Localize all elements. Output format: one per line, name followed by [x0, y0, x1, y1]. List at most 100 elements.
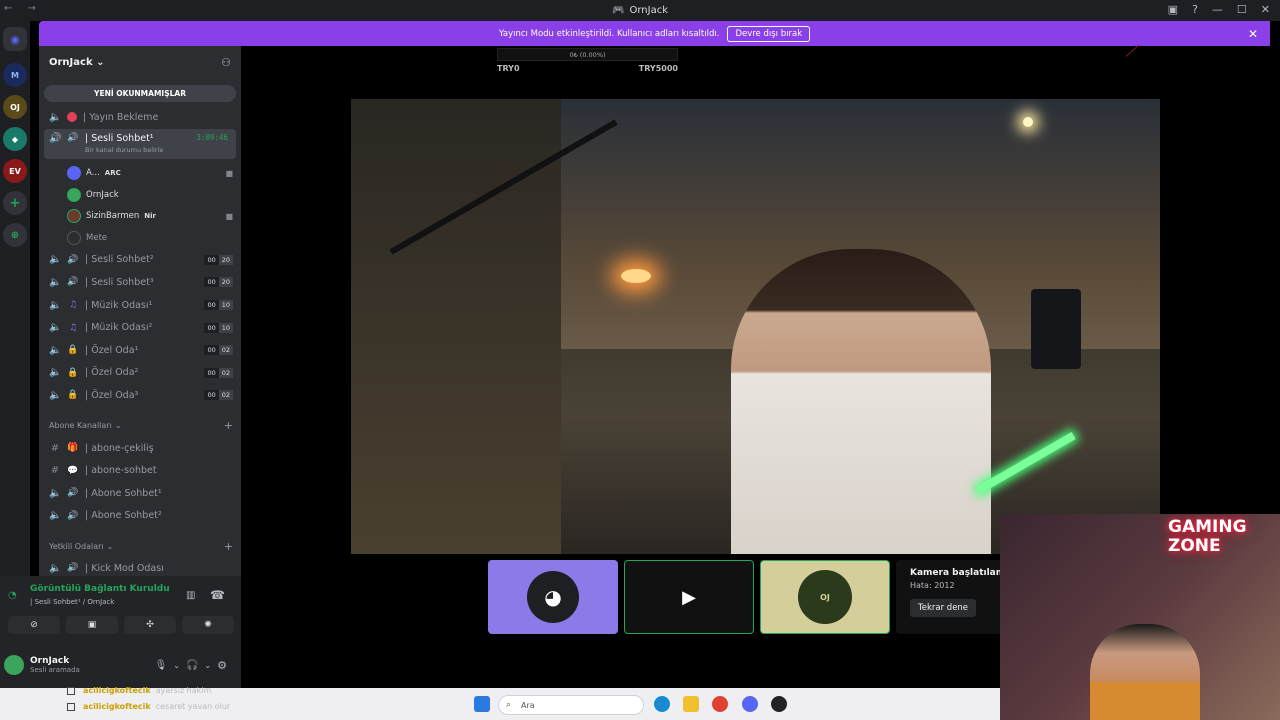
- connection-status: Görüntülü Bağlantı Kuruldu: [30, 584, 170, 594]
- speaker-icon: 🔈: [49, 367, 62, 379]
- help-icon[interactable]: ?: [1192, 3, 1198, 16]
- activities-button[interactable]: ✣: [124, 616, 176, 634]
- windows-start-icon[interactable]: [474, 696, 490, 712]
- discord-logo-icon: 🎮: [612, 5, 625, 16]
- lock-icon: 🔒: [67, 390, 79, 401]
- speaker-icon: 🔈: [49, 510, 62, 522]
- file-explorer-icon[interactable]: [683, 696, 699, 712]
- explore-icon[interactable]: ⊕: [3, 223, 27, 247]
- obs-icon[interactable]: [771, 696, 787, 712]
- nav-arrows[interactable]: ← →: [4, 3, 42, 14]
- hash-icon: #: [50, 442, 60, 454]
- chat-message: acilicigkoftecik cesaret yavan olur: [62, 702, 230, 711]
- chat-text: ayarsız hakim: [155, 686, 212, 695]
- chrome-icon[interactable]: [712, 696, 728, 712]
- limit: 10: [218, 322, 233, 333]
- coffee-machine: [1031, 289, 1081, 369]
- neon-sign: GAMING ZONE: [1168, 518, 1247, 556]
- gift-icon: 🎁: [67, 443, 79, 454]
- voice-user[interactable]: A... ARC ■: [39, 163, 241, 185]
- edge-icon[interactable]: [654, 696, 670, 712]
- settings-gear-icon[interactable]: ⚙: [217, 659, 227, 672]
- goal-max: TRY5000: [638, 64, 678, 73]
- connection-location[interactable]: | Sesli Sohbet¹ / OrnJack: [30, 598, 114, 606]
- server-icon-m[interactable]: M: [3, 63, 27, 87]
- maximize-button[interactable]: ☐: [1237, 3, 1247, 16]
- voice-user[interactable]: Mete: [39, 227, 241, 249]
- retry-button[interactable]: Tekrar dene: [910, 599, 977, 617]
- server-icon-ornjack[interactable]: OJ: [3, 95, 27, 119]
- channel-abone-sohbet[interactable]: # 💬 | abone-sohbet: [39, 459, 241, 482]
- limit: 20: [218, 254, 233, 265]
- channel-ozel-oda-3[interactable]: 🔈 🔒 | Özel Oda³ 00 02: [39, 384, 241, 407]
- unread-button[interactable]: YENİ OKUNMAMIŞLAR: [44, 85, 236, 102]
- channel-label: | abone-sohbet: [85, 465, 157, 477]
- participant-tile[interactable]: OJ: [760, 560, 890, 634]
- channel-sesli-sohbet-2[interactable]: 🔈 🔊 | Sesli Sohbet² 00 20: [39, 249, 241, 272]
- channel-sesli-sohbet-1[interactable]: 🔊 🔊 | Sesli Sohbet¹ 3:09:46 Bir kanal du…: [44, 128, 236, 159]
- soundboard-button[interactable]: ✺: [182, 616, 234, 634]
- camera-off-button[interactable]: ⊘: [8, 616, 60, 634]
- disable-streamer-mode-button[interactable]: Devre dışı bırak: [727, 25, 811, 42]
- search-placeholder: Ara: [521, 700, 535, 710]
- category-yetkili[interactable]: Yetkili Odaları ⌄ +: [39, 535, 241, 557]
- add-channel-icon[interactable]: +: [224, 540, 233, 553]
- streamer-mode-banner: Yayıncı Modu etkinleştirildi. Kullanıcı …: [39, 21, 1270, 46]
- speaker-icon: 🔊: [49, 132, 62, 144]
- channel-abone-sohbet-1[interactable]: 🔈 🔊 | Abone Sohbet¹: [39, 482, 241, 505]
- chevron-down-icon[interactable]: ⌄: [173, 661, 180, 670]
- channel-label: | Müzik Odası¹: [85, 299, 153, 311]
- camera-icon: ■: [225, 211, 233, 221]
- chevron-down-icon[interactable]: ⌄: [204, 661, 211, 670]
- close-banner-icon[interactable]: ✕: [1248, 27, 1258, 41]
- main-video-stream[interactable]: [351, 99, 1160, 554]
- speaker-icon: 🔊: [67, 254, 79, 265]
- channel-muzik-odasi-1[interactable]: 🔈 ♫ | Müzik Odası¹ 00 10: [39, 294, 241, 317]
- noise-icon[interactable]: ▥: [186, 590, 195, 601]
- channel-abone-sohbet-2[interactable]: 🔈 🔊 | Abone Sohbet²: [39, 505, 241, 528]
- speaker-icon: 🔈: [49, 389, 62, 401]
- channel-label: | Sesli Sohbet²: [85, 254, 154, 266]
- screen-share-button[interactable]: ▣: [66, 616, 118, 634]
- limit: 02: [218, 367, 233, 378]
- close-button[interactable]: ✕: [1261, 3, 1270, 16]
- inbox-icon[interactable]: ▣: [1168, 3, 1178, 16]
- discord-icon[interactable]: [742, 696, 758, 712]
- channel-yayin-bekleme[interactable]: 🔈 | Yayın Bekleme: [39, 106, 241, 129]
- server-icon-green[interactable]: ◆: [3, 127, 27, 151]
- checkbox-icon: [67, 702, 75, 711]
- banner-text: Yayıncı Modu etkinleştirildi. Kullanıcı …: [498, 28, 720, 39]
- avatar: [67, 230, 81, 245]
- voice-user[interactable]: OrnJack: [39, 184, 241, 206]
- channel-ozel-oda-2[interactable]: 🔈 🔒 | Özel Oda² 00 02: [39, 362, 241, 385]
- user-limit-badge: 00 20: [204, 254, 233, 265]
- invite-icon[interactable]: ⚇: [221, 56, 231, 69]
- user-limit-badge: 00 02: [204, 390, 233, 401]
- chat-user: acilicigkoftecik: [83, 702, 151, 711]
- user-tag: ARC: [104, 169, 121, 178]
- channel-label: | Özel Oda²: [85, 367, 139, 379]
- server-header[interactable]: OrnJack ⌄ ⚇: [39, 46, 241, 78]
- server-icon-ev[interactable]: EV: [3, 159, 27, 183]
- microphone-icon[interactable]: 🎙: [155, 660, 168, 671]
- donation-goal: 0₺ (0.00%) TRY0 TRY5000: [497, 48, 678, 73]
- avatar[interactable]: [4, 655, 24, 675]
- home-icon[interactable]: ◉: [3, 27, 27, 51]
- disconnect-icon[interactable]: ☎: [210, 588, 225, 602]
- minimize-button[interactable]: —: [1212, 3, 1223, 16]
- participant-tile[interactable]: ▶: [624, 560, 754, 634]
- category-abone[interactable]: Abone Kanalları ⌄ +: [39, 415, 241, 437]
- voice-user[interactable]: SizinBarmen Nir ■: [39, 206, 241, 228]
- channel-kick-mod-odasi[interactable]: 🔈 🔊 | Kick Mod Odası: [39, 557, 241, 576]
- headphones-icon[interactable]: 🎧: [186, 660, 198, 671]
- channel-sesli-sohbet-3[interactable]: 🔈 🔊 | Sesli Sohbet³ 00 20: [39, 271, 241, 294]
- add-channel-icon[interactable]: +: [224, 419, 233, 432]
- taskbar-search[interactable]: ⌕ Ara: [498, 695, 644, 715]
- participant-tile[interactable]: ◕: [488, 560, 618, 634]
- add-server-icon[interactable]: +: [3, 191, 27, 215]
- channel-status[interactable]: Bir kanal durumu belirle: [85, 146, 228, 154]
- channel-ozel-oda-1[interactable]: 🔈 🔒 | Özel Oda¹ 00 02: [39, 339, 241, 362]
- limit: 20: [218, 277, 233, 288]
- channel-abone-cekilis[interactable]: # 🎁 | abone-çekiliş: [39, 437, 241, 460]
- channel-muzik-odasi-2[interactable]: 🔈 ♫ | Müzik Odası² 00 10: [39, 316, 241, 339]
